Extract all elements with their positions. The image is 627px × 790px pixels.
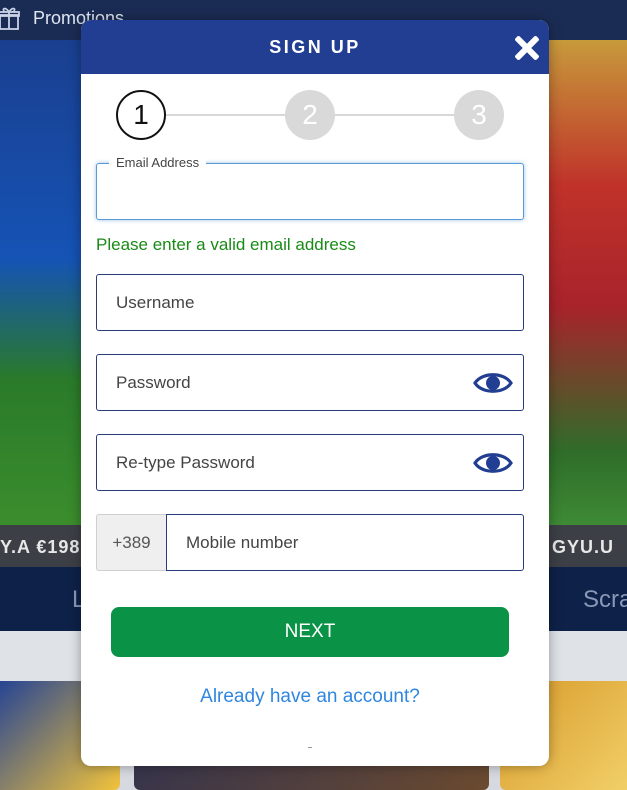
- email-validation-message: Please enter a valid email address: [96, 235, 356, 254]
- email-field: Email Address: [96, 155, 524, 220]
- signup-modal: SIGN UP 1 2 3 Email Address Please enter…: [81, 20, 549, 766]
- password-input[interactable]: [97, 355, 523, 410]
- category-tab-right[interactable]: Scra: [583, 586, 627, 614]
- divider: [308, 747, 312, 748]
- step-2-indicator: 2: [285, 90, 335, 140]
- email-input[interactable]: [97, 164, 523, 219]
- username-input[interactable]: [97, 275, 523, 330]
- ticker-text-right: GYU.U: [552, 537, 615, 557]
- modal-title: SIGN UP: [269, 37, 361, 57]
- password-field: [96, 354, 524, 411]
- close-icon[interactable]: [513, 34, 541, 62]
- gift-icon: [0, 6, 20, 30]
- mobile-field: [166, 514, 524, 571]
- modal-header: SIGN UP: [81, 20, 549, 74]
- username-field: [96, 274, 524, 331]
- next-button[interactable]: NEXT: [111, 607, 509, 657]
- ticker-text-left: Y.A €198: [0, 537, 81, 557]
- already-have-account-link[interactable]: Already have an account?: [81, 686, 539, 708]
- banner-image-right: [548, 40, 627, 525]
- eye-icon[interactable]: [473, 368, 513, 398]
- retype-password-field: [96, 434, 524, 491]
- banner-image-left: [0, 40, 82, 525]
- step-1-indicator: 1: [116, 90, 166, 140]
- mobile-number-input[interactable]: [167, 515, 523, 570]
- eye-icon[interactable]: [473, 448, 513, 478]
- phone-country-code[interactable]: +389: [96, 514, 166, 571]
- step-3-indicator: 3: [454, 90, 504, 140]
- retype-password-input[interactable]: [97, 435, 523, 490]
